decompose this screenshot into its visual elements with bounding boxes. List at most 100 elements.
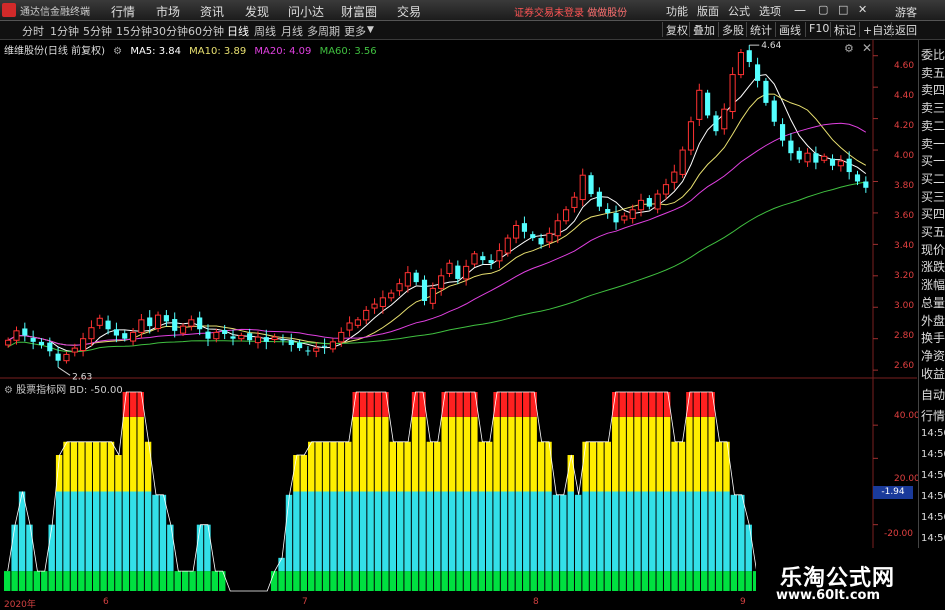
kline-chart[interactable]: 4.64 2.63 — [0, 0, 945, 609]
candle-body — [5, 339, 12, 346]
bd-bar-cyan — [597, 491, 604, 572]
bd-bar-yellow — [463, 416, 471, 492]
candle-body — [379, 297, 386, 307]
bd-bar-cyan — [308, 491, 315, 572]
quote-panel-label: 卖五 — [921, 65, 945, 80]
bd-bar-cyan — [63, 491, 70, 572]
bd-bar-cyan — [634, 491, 641, 572]
bd-bar-green — [715, 571, 723, 591]
bd-bar-cyan — [26, 524, 33, 572]
candle-body — [421, 279, 428, 301]
quote-panel-label: 14:50 — [921, 533, 945, 544]
candle-body — [138, 319, 145, 333]
bd-bar-green — [515, 571, 523, 591]
bd-bar-red — [130, 392, 137, 417]
bd-bar-yellow — [107, 441, 115, 492]
bd-bar-yellow — [397, 441, 404, 492]
bd-bar-yellow — [597, 441, 604, 492]
bd-bar-yellow — [308, 441, 315, 492]
bd-bar-cyan — [345, 491, 352, 572]
candle-body — [396, 283, 403, 292]
bd-bar-yellow — [723, 441, 730, 492]
candle-body — [313, 347, 320, 352]
bd-bar-yellow — [508, 416, 515, 492]
candle-body — [696, 89, 703, 120]
bd-bar-cyan — [204, 524, 211, 572]
quote-panel-label: 14:50 — [921, 449, 945, 460]
high-price-label: 4.64 — [761, 41, 781, 51]
bd-bar-green — [745, 571, 752, 591]
bd-bar-cyan — [686, 491, 693, 572]
bd-bar-yellow — [130, 416, 137, 492]
bd-bar-green — [537, 571, 545, 591]
bd-bar-red — [634, 392, 641, 417]
bd-bar-cyan — [70, 491, 78, 572]
bd-bar-yellow — [70, 441, 78, 492]
candle-body — [71, 347, 78, 353]
bd-bar-cyan — [456, 491, 463, 572]
quote-panel-label: 卖二 — [921, 118, 945, 133]
bd-bar-yellow — [641, 416, 649, 492]
bd-bar-yellow — [85, 441, 92, 492]
bd-bar-green — [330, 571, 337, 591]
bd-bar-cyan — [530, 491, 537, 572]
bd-bar-green — [589, 571, 597, 591]
bd-bar-green — [552, 571, 560, 591]
bd-bar-cyan — [485, 491, 493, 572]
candle-body — [713, 115, 719, 132]
bd-bar-cyan — [678, 491, 686, 572]
bd-bar-yellow — [92, 441, 100, 492]
candle-body — [338, 331, 345, 343]
bd-bar-green — [152, 571, 159, 591]
quote-panel-label: 14:50 — [921, 428, 945, 439]
candle-body — [297, 342, 303, 349]
bd-bar-yellow — [322, 441, 330, 492]
bd-bar-cyan — [330, 491, 337, 572]
candle-body — [213, 331, 220, 340]
bd-bar-yellow — [426, 441, 434, 492]
candle-body — [829, 158, 836, 166]
bd-bar-cyan — [701, 491, 708, 572]
bd-bar-green — [530, 571, 537, 591]
bd-bar-red — [359, 392, 367, 417]
bd-bar-cyan — [300, 491, 308, 572]
price-tick: 3.60 — [894, 211, 915, 221]
candle-body — [854, 174, 861, 182]
candle-body — [179, 325, 187, 334]
ma5-line — [7, 74, 867, 353]
quote-panel-label: 买一 — [921, 154, 945, 169]
bd-bar-green — [211, 571, 219, 591]
candle-body — [646, 197, 652, 207]
indicator-current-value: -1.94 — [873, 486, 913, 499]
bd-bar-green — [55, 571, 63, 591]
quote-panel-label: 自动 — [921, 388, 945, 402]
bd-bar-green — [293, 571, 300, 591]
candle-body — [280, 339, 286, 341]
candle-body — [721, 108, 728, 130]
bd-bar-red — [500, 392, 508, 417]
bd-bar-green — [63, 571, 70, 591]
bd-bar-cyan — [293, 491, 300, 572]
candle-body — [530, 234, 536, 239]
bd-bar-cyan — [48, 524, 55, 572]
candle-body — [96, 317, 103, 326]
bd-bar-green — [48, 571, 55, 591]
bd-bar-green — [419, 571, 426, 591]
bd-bar-yellow — [300, 455, 308, 492]
indicator-tick: 40.00 — [894, 411, 920, 421]
candle-body — [471, 253, 478, 265]
bd-bar-red — [456, 392, 463, 417]
quote-panel-label: 外盘 — [921, 313, 945, 328]
candle-body — [247, 333, 253, 341]
bd-bar-cyan — [715, 491, 723, 572]
bd-bar-green — [641, 571, 649, 591]
ma10-line — [7, 93, 867, 346]
bd-bar-green — [300, 571, 308, 591]
quote-panel-label: 净资 — [921, 348, 945, 363]
bd-bar-yellow — [493, 416, 500, 492]
bd-bar-cyan — [463, 491, 471, 572]
quote-panel-label: 涨跌 — [921, 260, 945, 275]
bd-bar-green — [663, 571, 671, 591]
bd-bar-red — [523, 392, 530, 417]
candle-body — [488, 260, 494, 264]
